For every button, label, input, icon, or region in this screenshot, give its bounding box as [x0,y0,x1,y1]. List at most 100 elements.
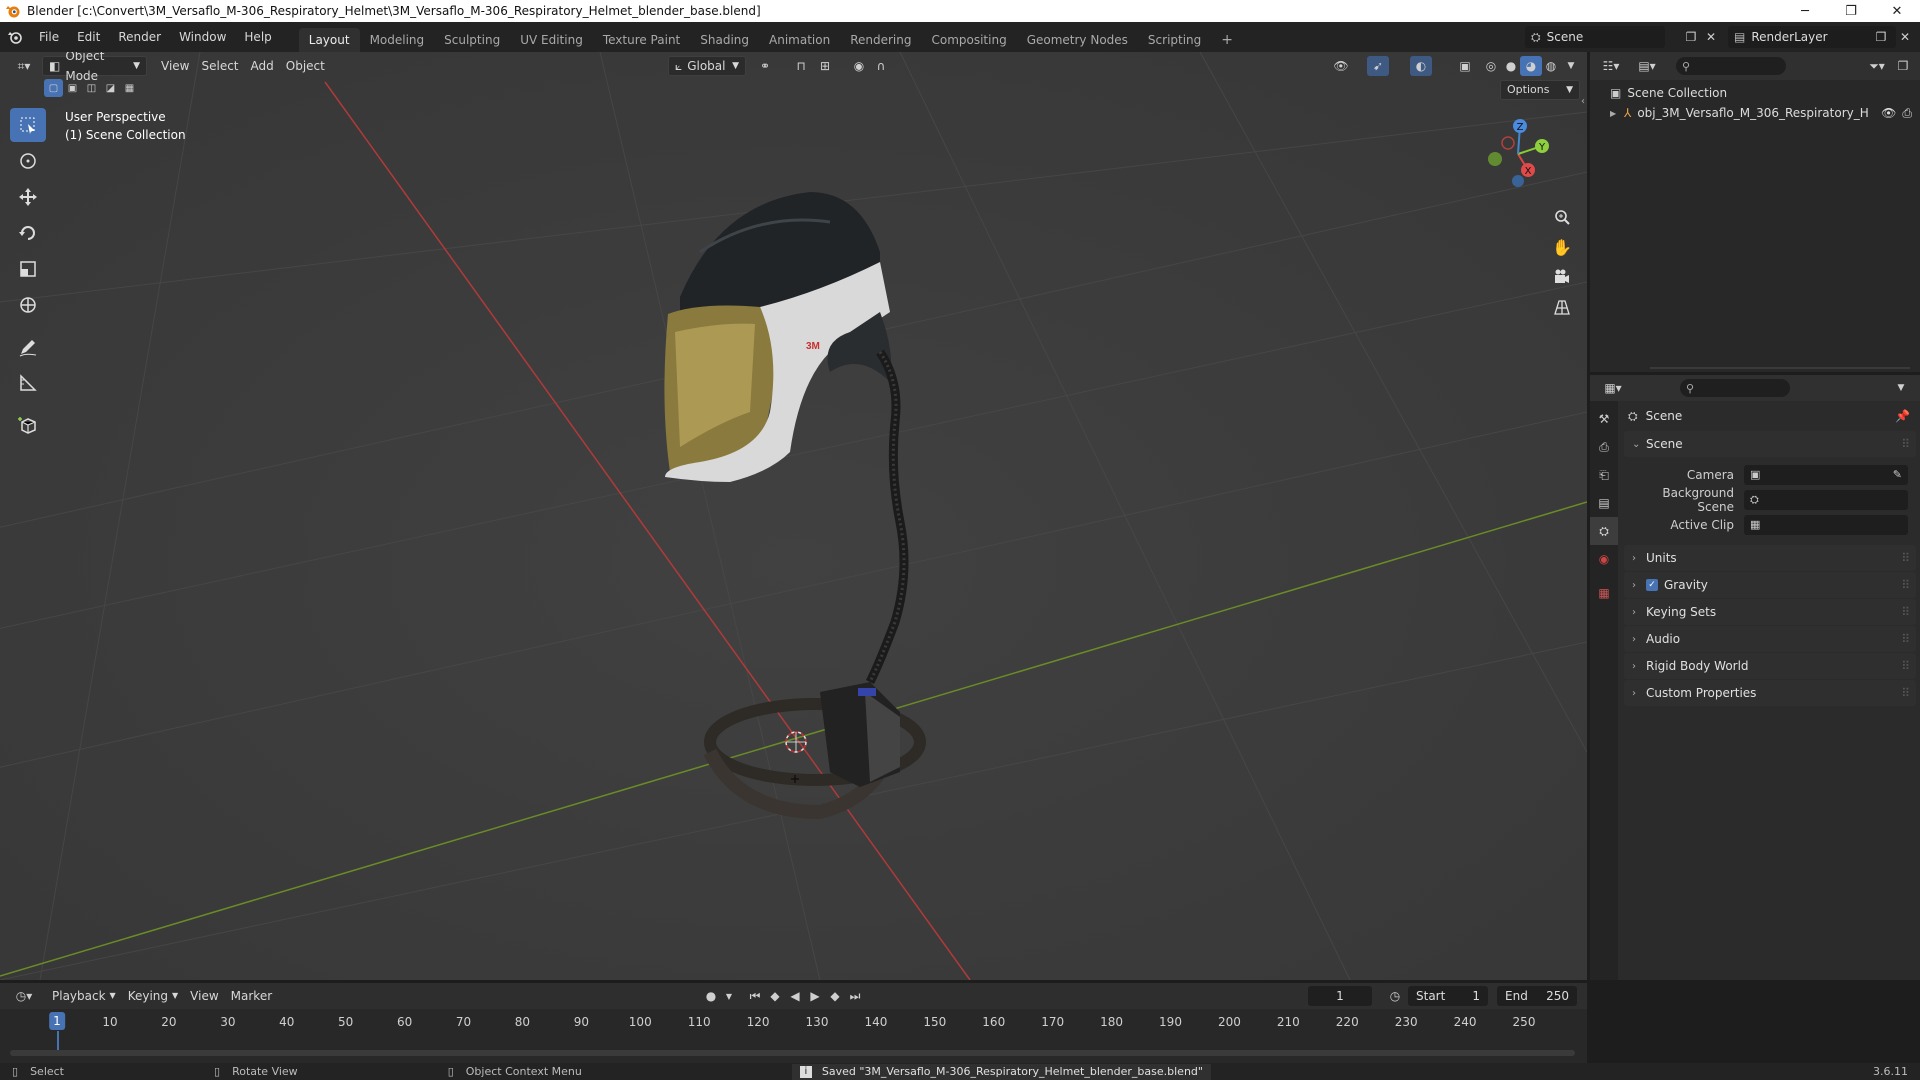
subpanel-gravity[interactable]: › ✓ Gravity ⠿ [1624,572,1916,598]
new-scene-icon[interactable]: ❐ [1680,27,1702,47]
tab-animation[interactable]: Animation [759,28,840,52]
tool-tab-icon[interactable]: ⚒ [1590,405,1618,433]
use-preview-range-icon[interactable]: ◷ [1384,986,1406,1006]
play-reverse-icon[interactable]: ◀ [784,986,806,1006]
camera-view-icon[interactable] [1549,264,1575,290]
eye-icon[interactable]: 👁 [1881,106,1896,120]
timeline-ruler[interactable]: 1 10 20 30 40 50 60 70 80 90 100 110 120 130 140 150 160… [0,1009,1587,1053]
display-mode-icon[interactable]: ▤▾ [1632,56,1662,76]
drag-handle-icon[interactable]: ⠿ [1901,437,1910,451]
tab-shading[interactable]: Shading [690,28,759,52]
snap-target-icon[interactable]: ⊞ [814,56,836,76]
annotate-tool[interactable] [10,330,46,364]
rendered-shading-icon[interactable]: ◍ [1540,56,1562,76]
jump-next-keyframe-icon[interactable]: ◆ [824,986,846,1006]
properties-options-icon[interactable]: ▼ [1890,378,1912,398]
outliner[interactable]: ☷▾ ▤▾ ⚲ ⏷▾ ❐ ▣ Scene Collection ▶ ⅄ obj_3M… [1590,52,1920,372]
viewport-menu-select[interactable]: Select [195,56,244,76]
timeline-menu-marker[interactable]: Marker [225,986,278,1006]
outliner-editor-type-icon[interactable]: ☷▾ [1596,56,1626,76]
shading-options-icon[interactable]: ▼ [1560,56,1582,76]
camera-render-icon[interactable]: ⎙ [1902,106,1912,121]
maximize-button[interactable]: ❐ [1828,0,1874,22]
viewport-menu-object[interactable]: Object [280,56,331,76]
end-frame-field[interactable]: End 250 [1497,986,1577,1006]
sidebar-toggle-icon[interactable]: ‹ [1581,96,1585,107]
3d-cursor[interactable] [785,731,807,753]
select-subtract-icon[interactable]: ◫ [82,79,101,97]
select-intersect-icon[interactable]: ▦ [120,79,139,97]
tab-geometry-nodes[interactable]: Geometry Nodes [1017,28,1138,52]
drag-handle-icon[interactable]: ⠿ [1901,659,1910,673]
menu-window[interactable]: Window [170,22,235,52]
editor-type-icon[interactable]: ⌗▾ [8,56,40,76]
select-box-tool[interactable] [10,108,46,142]
tab-scripting[interactable]: Scripting [1138,28,1211,52]
menu-edit[interactable]: Edit [68,22,109,52]
timeline-scrollbar[interactable] [10,1050,1575,1056]
mode-selector[interactable]: ◧ Object Mode ▼ [42,52,147,83]
tab-layout[interactable]: Layout [298,28,360,52]
wireframe-shading-icon[interactable]: ◎ [1480,56,1502,76]
texture-tab-icon[interactable]: ▦ [1590,579,1618,607]
select-new-icon[interactable]: ▢ [44,79,63,97]
filter-icon[interactable]: ⏷▾ [1862,56,1892,76]
pivot-point-icon[interactable]: ⚭ [754,56,776,76]
pin-icon[interactable]: 📌 [1895,409,1910,423]
transform-orientation-selector[interactable]: ⟀ Global ▼ [668,56,746,76]
drag-handle-icon[interactable]: ⠿ [1901,551,1910,565]
options-dropdown[interactable]: Options ▼ [1500,80,1580,100]
blender-menu-icon[interactable] [0,29,30,45]
scale-tool[interactable] [10,252,46,286]
tab-compositing[interactable]: Compositing [921,28,1016,52]
gizmo-toggle-icon[interactable]: ➹ [1367,56,1389,76]
material-preview-icon[interactable]: ◕ [1520,56,1542,76]
eyedropper-icon[interactable]: ✎ [1893,468,1902,481]
pan-view-icon[interactable]: ✋ [1549,234,1575,260]
rotate-tool[interactable] [10,216,46,250]
select-extend-icon[interactable]: ▣ [63,79,82,97]
subpanel-custom-properties[interactable]: › Custom Properties ⠿ [1624,680,1916,706]
outliner-item[interactable]: ▶ ⅄ obj_3M_Versaflo_M_306_Respiratory_H 👁 ⎙ [1590,103,1920,123]
output-tab-icon[interactable]: ⎗ [1590,461,1618,489]
drag-handle-icon[interactable]: ⠿ [1901,605,1910,619]
move-tool[interactable] [10,180,46,214]
close-button[interactable]: ✕ [1874,0,1920,22]
jump-start-icon[interactable]: ⏮ [744,986,766,1006]
navigation-gizmo[interactable]: X Y Z [1482,112,1562,192]
delete-layer-icon[interactable]: ✕ [1894,27,1916,47]
outliner-scene-collection[interactable]: ▣ Scene Collection [1590,83,1920,103]
perspective-toggle-icon[interactable] [1549,294,1575,320]
new-collection-icon[interactable]: ❐ [1892,56,1914,76]
delete-scene-icon[interactable]: ✕ [1700,27,1722,47]
subpanel-keying-sets[interactable]: › Keying Sets ⠿ [1624,599,1916,625]
current-frame-field[interactable]: 1 [1308,986,1372,1006]
viewport-menu-add[interactable]: Add [245,56,280,76]
subpanel-rigid-body-world[interactable]: › Rigid Body World ⠿ [1624,653,1916,679]
xray-toggle-icon[interactable]: ▣ [1454,56,1476,76]
drag-handle-icon[interactable]: ⠿ [1901,686,1910,700]
jump-end-icon[interactable]: ⏭ [844,986,866,1006]
timeline-menu-playback[interactable]: Playback ▼ [46,986,122,1006]
outliner-scrollbar[interactable] [1650,367,1910,369]
play-icon[interactable]: ▶ [804,986,826,1006]
menu-render[interactable]: Render [109,22,170,52]
view-layer-tab-icon[interactable]: ▤ [1590,489,1618,517]
tab-texture-paint[interactable]: Texture Paint [593,28,690,52]
timeline-menu-keying[interactable]: Keying ▼ [122,986,184,1006]
jump-prev-keyframe-icon[interactable]: ◆ [764,986,786,1006]
minimize-button[interactable]: ─ [1782,0,1828,22]
properties-editor-type-icon[interactable]: ▦▾ [1598,378,1628,398]
proportional-edit-icon[interactable]: ◉ [848,56,870,76]
overlays-toggle-icon[interactable]: ◐ [1410,56,1432,76]
scene-tab-icon[interactable]: ⛭ [1590,517,1618,545]
world-tab-icon[interactable]: ◉ [1590,545,1618,573]
camera-field[interactable]: ▣ ✎ [1744,464,1908,485]
subpanel-audio[interactable]: › Audio ⠿ [1624,626,1916,652]
menu-help[interactable]: Help [235,22,280,52]
viewport-menu-view[interactable]: View [155,56,195,76]
tab-rendering[interactable]: Rendering [840,28,921,52]
expand-arrow-icon[interactable]: ▶ [1610,109,1624,118]
snap-icon[interactable]: ⊓ [790,56,812,76]
timeline[interactable]: ◷▾ Playback ▼ Keying ▼ View Marker ● ▼ ⏮ ◆ ◀ … [0,983,1587,1063]
